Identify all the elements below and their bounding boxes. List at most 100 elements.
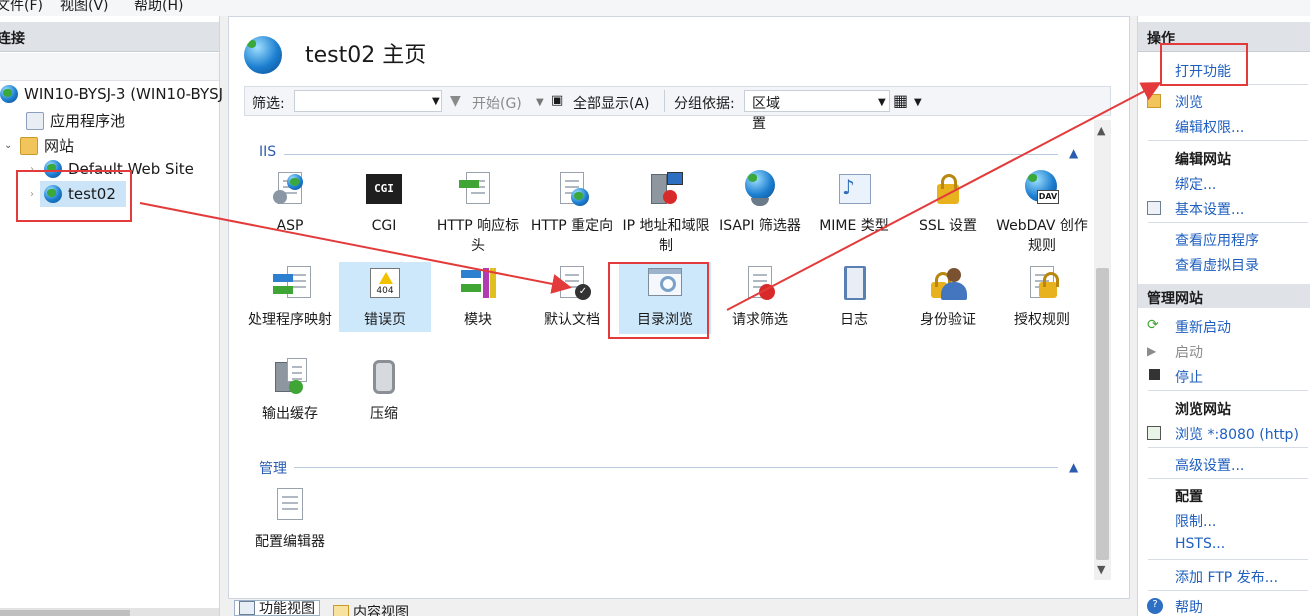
- stop-link[interactable]: 停止: [1175, 367, 1203, 387]
- actions-divider: [1148, 590, 1308, 591]
- tree-label-app-pools: 应用程序池: [50, 112, 126, 130]
- toolbar-separator: [664, 90, 665, 112]
- start-link: 启动: [1175, 345, 1203, 361]
- feature-mime-types[interactable]: MIME 类型: [807, 170, 901, 236]
- tab-features-view[interactable]: 功能视图: [234, 600, 320, 616]
- feature-request-filtering[interactable]: 请求筛选: [713, 264, 807, 330]
- error-404-icon: 404: [366, 264, 404, 302]
- feature-logging[interactable]: 日志: [807, 264, 901, 330]
- actions-pane: [1137, 16, 1310, 616]
- browse-site-heading: 浏览网站: [1175, 402, 1231, 418]
- view-mode-dropdown-icon[interactable]: ▼: [914, 97, 922, 108]
- browse-site-icon: [1147, 426, 1161, 440]
- annotation-box-test02: [16, 170, 132, 222]
- menu-file[interactable]: 文件(F): [0, 0, 43, 15]
- feature-modules[interactable]: 模块: [431, 264, 525, 330]
- add-ftp-publishing-link[interactable]: 添加 FTP 发布...: [1175, 567, 1278, 587]
- check-icon: ✓: [575, 284, 591, 300]
- menu-bar: 文件(F) 视图(V) 帮助(H): [0, 0, 1310, 16]
- connections-toolbar: [0, 53, 219, 81]
- feature-output-caching[interactable]: 输出缓存: [243, 358, 337, 424]
- left-hscrollbar-thumb[interactable]: [0, 610, 130, 616]
- clamp-icon: [365, 358, 403, 396]
- actions-divider: [1148, 447, 1308, 448]
- actions-divider: [1148, 140, 1308, 141]
- collapse-group-manage-icon[interactable]: ▲: [1069, 460, 1078, 474]
- collapse-group-iis-icon[interactable]: ▲: [1069, 146, 1078, 160]
- feature-asp[interactable]: ASP: [243, 170, 337, 236]
- feature-webdav-rules[interactable]: DAV WebDAV 创作规则: [995, 170, 1089, 256]
- help-icon: ?: [1147, 598, 1163, 614]
- group-by-dropdown-icon[interactable]: ▼: [878, 97, 886, 108]
- bindings-link[interactable]: 绑定...: [1175, 174, 1216, 194]
- filter-label: 筛选:: [252, 96, 285, 112]
- basic-settings-icon: [1147, 201, 1161, 215]
- start-dropdown-icon[interactable]: ▼: [536, 97, 544, 108]
- menu-view[interactable]: 视图(V): [60, 0, 109, 15]
- feature-default-document[interactable]: ✓ 默认文档: [525, 264, 619, 330]
- tree-item-server[interactable]: WIN10-BYSJ-3 (WIN10-BYSJ: [0, 85, 223, 103]
- feature-authentication[interactable]: 身份验证: [901, 264, 995, 330]
- start-filter-button[interactable]: 开始(G): [472, 93, 522, 113]
- tree-item-sites[interactable]: ⌄ 网站: [4, 135, 74, 156]
- advanced-settings-link[interactable]: 高级设置...: [1175, 455, 1244, 475]
- restart-icon: ⟳: [1147, 317, 1159, 333]
- view-mode-icon[interactable]: ▦: [893, 91, 908, 110]
- content-view-icon: [333, 605, 349, 616]
- actions-divider: [1148, 390, 1308, 391]
- feature-http-response-headers[interactable]: HTTP 响应标头: [431, 170, 525, 256]
- start-icon: ▶: [1147, 344, 1157, 358]
- manage-site-heading: 管理网站: [1147, 291, 1203, 307]
- browse-8080-link[interactable]: 浏览 *:8080 (http): [1175, 424, 1299, 444]
- tree-item-app-pools[interactable]: 应用程序池: [26, 110, 125, 131]
- feature-handler-mappings[interactable]: 处理程序映射: [243, 264, 337, 330]
- config-heading: 配置: [1175, 489, 1203, 505]
- feature-ssl-settings[interactable]: SSL 设置: [901, 170, 995, 236]
- stop-icon: [1149, 369, 1160, 380]
- group-manage-divider: [294, 467, 1058, 468]
- group-by-value: 区域: [752, 96, 780, 112]
- feature-ip-restrictions[interactable]: IP 地址和域限制: [619, 170, 713, 256]
- feature-configuration-editor[interactable]: 配置编辑器: [243, 486, 337, 552]
- dav-badge: DAV: [1037, 190, 1059, 204]
- feature-isapi-filters[interactable]: ISAPI 筛选器: [713, 170, 807, 236]
- features-view-icon: [239, 601, 255, 615]
- funnel-icon: ▼: [450, 93, 461, 109]
- annotation-box-directory-browsing: [608, 262, 709, 339]
- feature-cgi[interactable]: CGI CGI: [337, 170, 431, 236]
- view-applications-link[interactable]: 查看应用程序: [1175, 230, 1259, 250]
- overflow-text: 置: [752, 116, 766, 132]
- features-vscrollbar-thumb[interactable]: [1096, 268, 1109, 560]
- help-link[interactable]: 帮助: [1175, 597, 1203, 616]
- filter-input[interactable]: [294, 90, 442, 112]
- limits-link[interactable]: 限制...: [1175, 511, 1216, 531]
- view-virtual-directories-link[interactable]: 查看虚拟目录: [1175, 255, 1259, 275]
- scroll-down-icon[interactable]: ▼: [1097, 563, 1105, 576]
- server-icon: [0, 85, 18, 103]
- connections-header: 连接: [0, 22, 219, 52]
- edit-permissions-link[interactable]: 编辑权限...: [1175, 117, 1244, 137]
- show-all-button[interactable]: 全部显示(A): [573, 93, 650, 113]
- browse-link[interactable]: 浏览: [1175, 92, 1203, 112]
- connections-pane: [0, 16, 220, 616]
- filter-dropdown-icon[interactable]: ▼: [432, 96, 440, 107]
- collapse-chevron-icon[interactable]: ⌄: [4, 140, 20, 151]
- tab-content-view[interactable]: 内容视图: [333, 602, 409, 616]
- cgi-icon: CGI: [365, 170, 403, 208]
- show-all-icon: ▣: [551, 93, 564, 108]
- tree-label-sites: 网站: [44, 137, 75, 155]
- basic-settings-link[interactable]: 基本设置...: [1175, 199, 1244, 219]
- restart-link[interactable]: 重新启动: [1175, 317, 1231, 337]
- hsts-link[interactable]: HSTS...: [1175, 536, 1225, 552]
- feature-http-redirect[interactable]: HTTP 重定向: [525, 170, 619, 236]
- group-iis-divider: [284, 154, 1058, 155]
- connections-title: 连接: [0, 31, 25, 47]
- feature-authorization-rules[interactable]: 授权规则: [995, 264, 1089, 330]
- menu-help[interactable]: 帮助(H): [134, 0, 183, 15]
- scroll-up-icon[interactable]: ▲: [1097, 124, 1105, 137]
- lock-icon: [929, 170, 967, 208]
- group-manage-label: 管理: [259, 461, 287, 477]
- feature-compression[interactable]: 压缩: [337, 358, 431, 424]
- feature-error-pages[interactable]: 404 错误页: [339, 262, 431, 332]
- actions-divider: [1148, 222, 1308, 223]
